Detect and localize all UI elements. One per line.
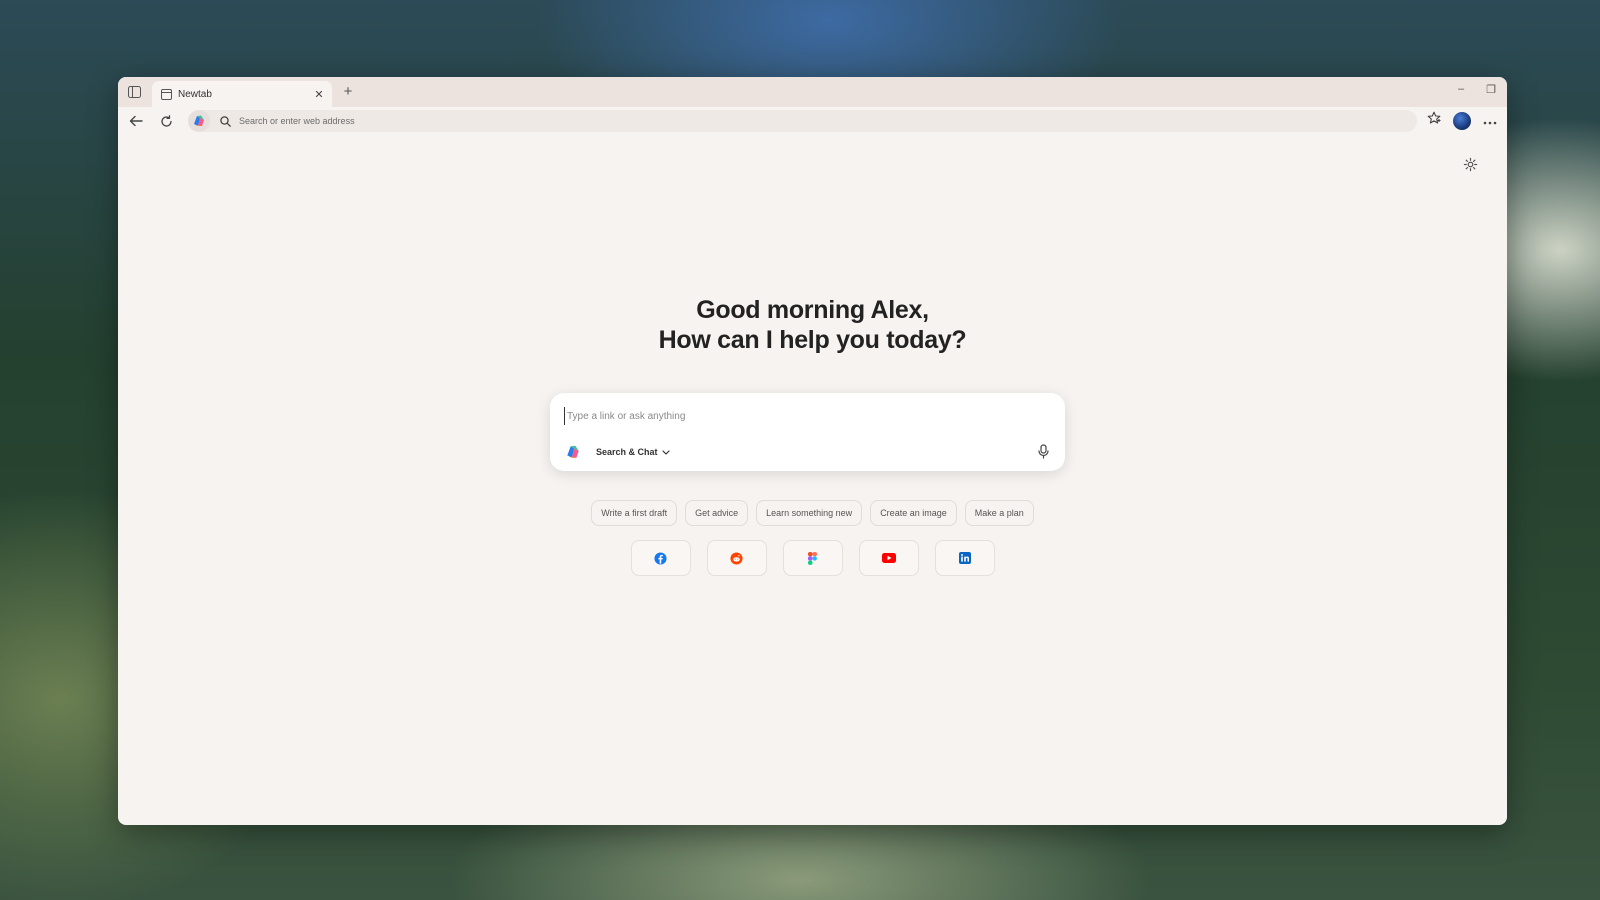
minimize-icon[interactable]: – — [1455, 83, 1467, 96]
more-options-icon[interactable] — [1483, 112, 1497, 130]
suggestion-chip[interactable]: Create an image — [870, 500, 957, 526]
figma-icon — [808, 551, 817, 565]
mode-selector-button[interactable]: Search & Chat — [590, 444, 676, 460]
restore-icon[interactable]: ❐ — [1485, 83, 1497, 96]
toolbar: Search or enter web address — [118, 107, 1507, 135]
shortcut-youtube[interactable] — [858, 540, 919, 576]
shortcut-facebook[interactable] — [630, 540, 691, 576]
copilot-icon[interactable] — [188, 110, 210, 132]
shortcut-linkedin[interactable] — [934, 540, 995, 576]
gear-icon[interactable] — [1461, 155, 1479, 173]
microphone-icon[interactable] — [1035, 443, 1051, 459]
sidebar-toggle-icon[interactable] — [126, 84, 142, 100]
suggestion-chips: Write a first draft Get advice Learn som… — [118, 500, 1507, 526]
site-shortcuts — [118, 540, 1507, 576]
address-bar[interactable]: Search or enter web address — [188, 110, 1417, 132]
tab-bar: Newtab ✕ + – ❐ — [118, 77, 1507, 107]
address-placeholder: Search or enter web address — [239, 116, 355, 126]
facebook-icon — [654, 551, 667, 565]
linkedin-icon — [958, 552, 971, 564]
toolbar-right — [1427, 111, 1497, 130]
suggestion-chip[interactable]: Make a plan — [964, 500, 1034, 526]
greeting-heading: Good morning Alex, How can I help you to… — [118, 295, 1507, 355]
browser-window: Newtab ✕ + – ❐ Search or enter web addre… — [118, 77, 1507, 825]
chevron-down-icon — [661, 449, 670, 455]
greeting-line-1: Good morning Alex, — [696, 296, 929, 324]
chat-composer: Search & Chat — [550, 393, 1065, 471]
youtube-icon — [881, 553, 896, 563]
profile-avatar[interactable] — [1453, 111, 1471, 130]
greeting-line-2: How can I help you today? — [658, 326, 967, 354]
new-tab-page: Good morning Alex, How can I help you to… — [118, 135, 1507, 825]
suggestion-chip[interactable]: Learn something new — [756, 500, 863, 526]
page-icon — [160, 88, 172, 100]
mode-label: Search & Chat — [596, 447, 658, 457]
back-arrow-icon[interactable] — [126, 111, 146, 131]
window-controls: – ❐ — [1455, 83, 1497, 96]
favorites-star-icon[interactable] — [1427, 111, 1441, 130]
chat-input[interactable] — [564, 407, 1039, 425]
close-tab-icon[interactable]: ✕ — [312, 88, 326, 101]
new-tab-button[interactable]: + — [340, 84, 356, 100]
reddit-icon — [730, 551, 743, 565]
copilot-logo-icon — [564, 443, 582, 461]
tab-newtab[interactable]: Newtab ✕ — [152, 81, 332, 107]
suggestion-chip[interactable]: Write a first draft — [591, 500, 678, 526]
tab-title: Newtab — [178, 88, 212, 100]
mode-row: Search & Chat — [564, 443, 676, 461]
refresh-icon[interactable] — [156, 111, 176, 131]
shortcut-figma[interactable] — [782, 540, 843, 576]
search-icon — [220, 115, 231, 127]
shortcut-reddit[interactable] — [706, 540, 767, 576]
suggestion-chip[interactable]: Get advice — [685, 500, 749, 526]
